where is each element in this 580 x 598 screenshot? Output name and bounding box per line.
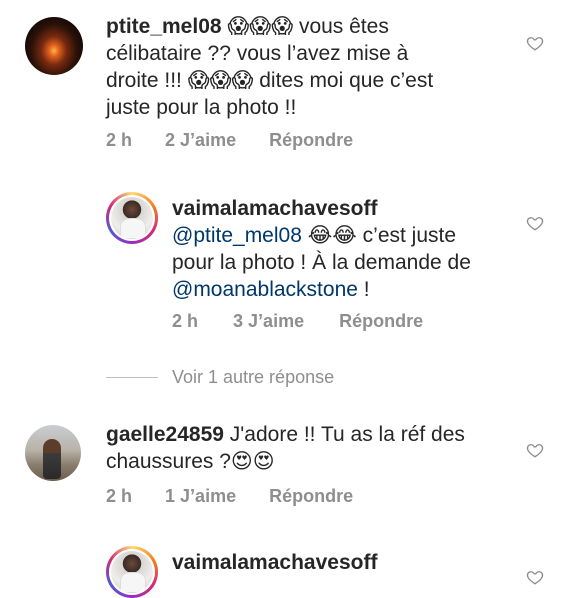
emoji: 😂😂 xyxy=(307,223,357,247)
comment-body: gaelle24859 J'adore !! Tu as la réf des … xyxy=(106,421,506,475)
heart-outline-icon[interactable] xyxy=(526,214,544,232)
timestamp: 2 h xyxy=(106,130,133,150)
comment-body: vaimalamachavesoff xyxy=(172,549,512,576)
avatar[interactable] xyxy=(106,192,158,244)
avatar[interactable] xyxy=(25,425,81,481)
comment-username[interactable]: vaimalamachavesoff xyxy=(172,551,377,574)
comment-text: c’est juste xyxy=(362,224,457,247)
comment-text: droite !!! xyxy=(106,69,182,92)
emoji: 😱😱😱 xyxy=(187,68,254,92)
reply-button[interactable]: Répondre xyxy=(339,311,423,332)
reply-button[interactable]: Répondre xyxy=(269,130,353,151)
comment-body: ptite_mel08 😱😱😱 vous êtes célibataire ??… xyxy=(106,13,506,121)
comment-meta: 2 h 3 J’aime Répondre xyxy=(172,311,423,332)
timestamp: 2 h xyxy=(106,486,133,506)
comment-username[interactable]: ptite_mel08 xyxy=(106,15,222,38)
comment-text: dites moi que c’est xyxy=(259,69,434,92)
likes-count[interactable]: 1 J’aime xyxy=(165,486,236,507)
comment-text: pour la photo ! À la demande de xyxy=(172,251,471,274)
comment-text: vous êtes xyxy=(298,15,389,38)
avatar[interactable] xyxy=(106,546,158,598)
reply-button[interactable]: Répondre xyxy=(269,486,353,507)
comment-text: chaussures ? xyxy=(106,450,231,473)
comment-body: vaimalamachavesoff @ptite_mel08 😂😂 c’est… xyxy=(172,195,512,303)
heart-outline-icon[interactable] xyxy=(526,568,544,586)
view-more-replies-label[interactable]: Voir 1 autre réponse xyxy=(172,367,334,388)
timestamp: 2 h xyxy=(172,311,199,331)
comment-username[interactable]: vaimalamachavesoff xyxy=(172,197,377,220)
mention-link[interactable]: @ptite_mel08 xyxy=(172,224,302,247)
likes-count[interactable]: 2 J’aime xyxy=(165,130,236,151)
divider xyxy=(106,376,158,378)
mention-link[interactable]: @moanablackstone xyxy=(172,278,358,301)
likes-count[interactable]: 3 J’aime xyxy=(233,311,304,332)
comment-username[interactable]: gaelle24859 xyxy=(106,423,224,446)
view-more-replies[interactable]: Voir 1 autre réponse xyxy=(106,366,334,388)
emoji: 😱😱😱 xyxy=(227,14,294,38)
comment-text: ! xyxy=(363,278,370,301)
comment-meta: 2 h 2 J’aime Répondre xyxy=(106,130,353,151)
comment-meta: 2 h 1 J’aime Répondre xyxy=(106,486,353,507)
comment-text: célibataire ?? vous l’avez mise à xyxy=(106,42,409,65)
emoji: 😍😍 xyxy=(230,449,275,473)
comment-text: juste pour la photo !! xyxy=(106,96,297,119)
heart-outline-icon[interactable] xyxy=(526,34,544,52)
comment-text: J'adore !! Tu as la réf des xyxy=(229,423,465,446)
heart-outline-icon[interactable] xyxy=(526,441,544,459)
avatar[interactable] xyxy=(25,17,83,75)
